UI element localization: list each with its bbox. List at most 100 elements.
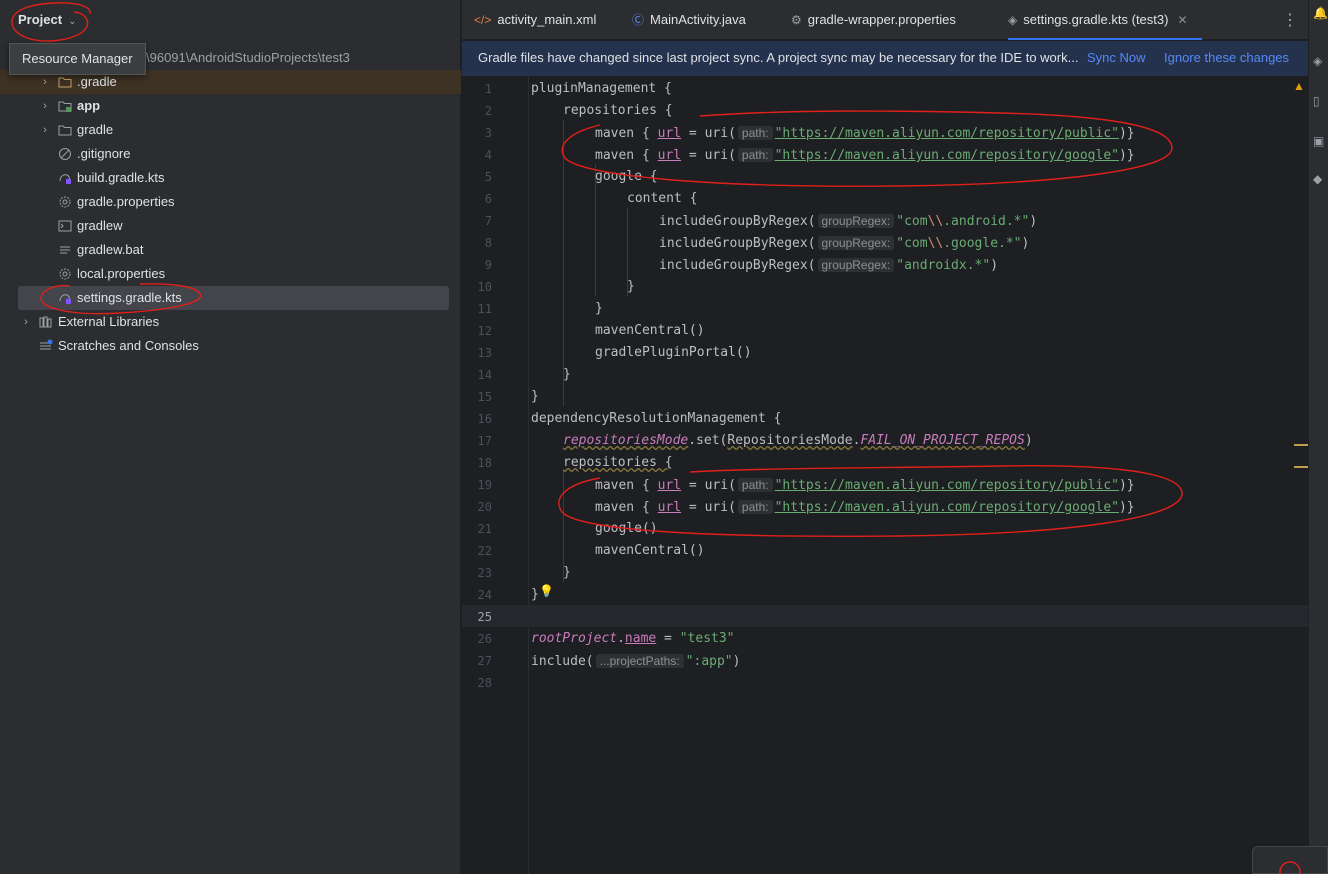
sync-now-link[interactable]: Sync Now (1087, 41, 1146, 75)
parameter-hint: path: (737, 500, 773, 514)
ignore-changes-link[interactable]: Ignore these changes (1164, 41, 1289, 75)
tree-item-gradle-properties[interactable]: gradle.properties (0, 190, 461, 214)
code-string: "https://maven.aliyun.com/repository/pub… (774, 126, 1119, 141)
code-text: ) (1024, 433, 1033, 448)
line-number: 2 (484, 104, 492, 118)
more-options-icon[interactable]: ⋮ (1282, 10, 1298, 30)
line-number-current: 25 (477, 610, 492, 624)
tab-label: settings.gradle.kts (test3) (1023, 12, 1169, 27)
project-view-selector[interactable]: Project ⌄ (18, 12, 76, 27)
code-text: = uri( (681, 500, 736, 515)
line-number: 10 (477, 280, 492, 294)
code-property: url (657, 478, 682, 493)
tree-item-label: app (77, 98, 101, 113)
tree-item-label: settings.gradle.kts (77, 290, 182, 305)
code-text: dependencyResolutionManagement { (531, 411, 782, 426)
line-number: 18 (477, 456, 492, 470)
code-line-4: maven { url = uri(path: "https://maven.al… (595, 144, 1135, 166)
gemini-icon[interactable]: ◆ (1313, 172, 1327, 186)
settings-file-icon (59, 196, 71, 208)
project-panel-header: Project ⌄ (0, 0, 461, 40)
tree-item-app[interactable]: › app (0, 94, 461, 118)
code-line-6: content { (627, 188, 697, 210)
chevron-right-icon[interactable]: › (40, 118, 50, 142)
line-number: 27 (477, 654, 492, 668)
code-text: } (563, 367, 571, 382)
gradle-file-icon: ◈ (1008, 13, 1018, 27)
code-string: "https://maven.aliyun.com/repository/goo… (774, 500, 1119, 515)
module-folder-icon (58, 101, 72, 112)
code-line-16: dependencyResolutionManagement { (531, 408, 781, 430)
tree-item-gradlew-bat[interactable]: gradlew.bat (0, 238, 461, 262)
code-text: } (627, 279, 635, 294)
code-text: mavenCentral() (595, 323, 705, 338)
tree-item-label: gradle.properties (77, 194, 175, 209)
chevron-down-icon: ⌄ (68, 16, 77, 27)
tree-item-label: gradle (77, 122, 114, 137)
tab-label: MainActivity.java (650, 12, 746, 27)
code-line-13: gradlePluginPortal() (595, 342, 752, 364)
scrollbar-warning-marker[interactable] (1294, 444, 1308, 446)
close-tab-icon[interactable]: ✕ (1177, 13, 1187, 27)
code-line-2: repositories { (563, 100, 673, 122)
line-number: 12 (477, 324, 492, 338)
line-number: 3 (484, 126, 492, 140)
chevron-right-icon[interactable]: › (40, 94, 50, 118)
line-number: 6 (484, 192, 492, 206)
tree-item-label: local.properties (77, 266, 166, 281)
code-text: ) (1029, 214, 1038, 229)
code-text: repositories { (563, 103, 673, 118)
tree-item-external-libraries[interactable]: › External Libraries (0, 310, 461, 334)
code-line-18: repositories { (563, 452, 673, 474)
code-line-3: maven { url = uri(path: "https://maven.al… (595, 122, 1135, 144)
line-number: 13 (477, 346, 492, 360)
tree-item-label: build.gradle.kts (77, 170, 165, 185)
code-text: google { (595, 169, 658, 184)
code-text: includeGroupByRegex( (659, 258, 816, 273)
code-text: )} (1118, 478, 1135, 493)
scrollbar-warning-marker[interactable] (1294, 466, 1308, 468)
tree-item-gradlew[interactable]: gradlew (0, 214, 461, 238)
code-line-14: } (563, 364, 571, 386)
bottom-popup-fragment (1252, 846, 1328, 874)
code-line-20: maven { url = uri(path: "https://maven.al… (595, 496, 1135, 518)
code-text: ) (732, 654, 741, 669)
tree-item-gradle-folder[interactable]: › gradle (0, 118, 461, 142)
line-number: 20 (477, 500, 492, 514)
code-property: url (657, 148, 682, 163)
text-file-icon (60, 246, 70, 254)
code-text: mavenCentral() (595, 543, 705, 558)
tree-item-gitignore[interactable]: .gitignore (0, 142, 461, 166)
line-number: 5 (484, 170, 492, 184)
code-string: ":app" (685, 654, 733, 669)
notifications-icon[interactable]: 🔔 (1313, 6, 1328, 20)
device-manager-icon[interactable]: ▯ (1313, 94, 1327, 108)
tree-item-local-properties[interactable]: local.properties (0, 262, 461, 286)
gradle-file-icon (59, 174, 71, 184)
line-number: 24 (477, 588, 492, 602)
tab-settings-gradle-kts[interactable]: ◈ settings.gradle.kts (test3) ✕ (1008, 0, 1202, 40)
code-string: "androidx.*" (896, 258, 991, 273)
code-line-17: repositoriesMode.set(RepositoriesMode.FA… (563, 430, 1033, 452)
tab-gradle-wrapper-properties[interactable]: ⚙ gradle-wrapper.properties (791, 0, 956, 40)
line-number: 23 (477, 566, 492, 580)
parameter-hint: ...projectPaths: (595, 654, 684, 668)
tab-main-activity-java[interactable]: Ⓒ MainActivity.java (632, 0, 746, 40)
code-text: include( (531, 654, 594, 669)
tree-item-scratches-and-consoles[interactable]: Scratches and Consoles (0, 334, 461, 358)
parameter-hint: groupRegex: (817, 214, 895, 228)
tree-item-build-gradle-kts[interactable]: build.gradle.kts (0, 166, 461, 190)
code-string: "https://maven.aliyun.com/repository/goo… (774, 148, 1119, 163)
editor-tab-bar: </> activity_main.xml Ⓒ MainActivity.java … (462, 0, 1328, 40)
chevron-right-icon[interactable]: › (21, 310, 31, 334)
gradle-icon[interactable]: ◈ (1313, 54, 1327, 68)
code-string: "test3" (679, 631, 735, 646)
running-devices-icon[interactable]: ▣ (1313, 134, 1327, 148)
warning-icon[interactable]: ▲ (1293, 79, 1305, 93)
line-number: 4 (484, 148, 492, 162)
line-number: 1 (484, 82, 492, 96)
line-number: 22 (477, 544, 492, 558)
lightbulb-icon[interactable]: 💡 (539, 584, 554, 598)
tab-activity-main-xml[interactable]: </> activity_main.xml (474, 0, 596, 40)
tree-item-settings-gradle-kts[interactable]: settings.gradle.kts (0, 286, 461, 310)
